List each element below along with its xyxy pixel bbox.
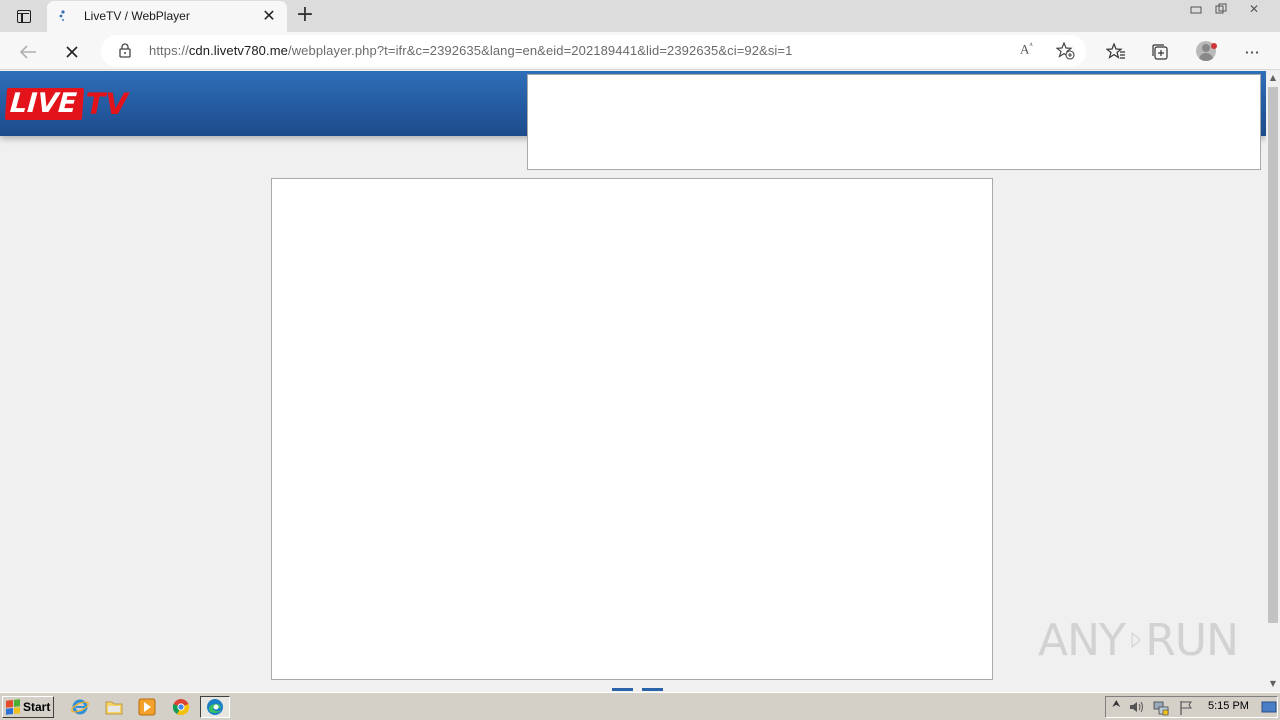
volume-icon[interactable]	[1129, 700, 1145, 714]
watermark-right-text: RUN	[1145, 614, 1239, 666]
video-player-frame[interactable]	[271, 178, 993, 680]
loading-spinner-icon	[59, 10, 65, 22]
player-control-right[interactable]	[642, 688, 663, 691]
minimize-icon	[1190, 6, 1202, 14]
restore-button[interactable]	[1208, 0, 1234, 18]
avatar-body	[1199, 53, 1213, 61]
start-button[interactable]: Start	[2, 696, 54, 718]
player-control-left[interactable]	[612, 688, 633, 691]
url-path: /webplayer.php?t=ifr&c=2392635&lang=en&e…	[287, 43, 793, 58]
show-desktop-icon[interactable]	[1261, 699, 1277, 715]
network-icon[interactable]	[1153, 700, 1169, 716]
url-scheme: https://	[149, 43, 189, 58]
collections-button[interactable]	[1149, 41, 1171, 63]
browser-titlebar: LiveTV / WebPlayer ✕ + ✕	[0, 0, 1280, 32]
collections-icon	[1152, 44, 1168, 60]
close-window-button[interactable]: ✕	[1241, 0, 1267, 18]
tab-actions-button[interactable]	[8, 5, 40, 27]
back-button[interactable]	[14, 38, 42, 66]
browser-navbar: https://cdn.livetv780.me/webplayer.php?t…	[0, 32, 1280, 70]
logo-live-text: LIVE	[4, 88, 84, 120]
explorer-taskbar-icon[interactable]	[104, 697, 124, 717]
restore-icon	[1215, 3, 1227, 14]
back-arrow-icon	[19, 45, 36, 59]
stop-icon	[66, 46, 78, 58]
scroll-up-arrow-icon[interactable]: ▲	[1266, 71, 1280, 85]
stop-loading-button[interactable]	[58, 38, 86, 66]
system-clock[interactable]: 5:15 PM	[1208, 700, 1249, 712]
new-tab-button[interactable]: +	[294, 4, 316, 27]
watermark-play-icon	[1131, 631, 1142, 649]
action-center-flag-icon[interactable]	[1179, 700, 1193, 716]
vertical-scrollbar[interactable]: ▲ ▼	[1266, 71, 1280, 691]
folder-icon	[105, 701, 123, 715]
avatar-head	[1202, 44, 1210, 52]
page-viewport: LIVE TV	[0, 71, 1266, 691]
start-label: Start	[23, 700, 51, 714]
windows-logo-icon	[6, 699, 20, 715]
profile-status-dot	[1211, 43, 1217, 49]
url-text[interactable]: https://cdn.livetv780.me/webplayer.php?t…	[149, 43, 792, 58]
media-player-icon	[138, 698, 156, 716]
minimize-button[interactable]	[1183, 0, 1209, 18]
read-aloud-icon[interactable]: Aᴬ	[1020, 41, 1033, 57]
show-hidden-icons-icon[interactable]: ⮝	[1112, 699, 1121, 710]
more-menu-button[interactable]: ···	[1241, 41, 1263, 63]
tab-close-icon[interactable]: ✕	[261, 8, 277, 24]
favorites-button[interactable]	[1105, 41, 1127, 63]
windows-taskbar: Start ⮝ 5:15 PM	[0, 692, 1280, 720]
edge-icon	[207, 699, 223, 715]
scroll-down-arrow-icon[interactable]: ▼	[1266, 677, 1280, 691]
tab-title: LiveTV / WebPlayer	[84, 9, 190, 23]
internet-explorer-icon	[71, 699, 89, 715]
add-favorite-icon[interactable]	[1056, 42, 1076, 60]
logo-tv-text: TV	[85, 87, 128, 121]
tab-livetv[interactable]: LiveTV / WebPlayer ✕	[47, 1, 287, 32]
media-player-taskbar-icon[interactable]	[137, 697, 157, 717]
livetv-logo[interactable]: LIVE TV	[4, 87, 128, 121]
chrome-taskbar-icon[interactable]	[171, 697, 191, 717]
system-tray: ⮝	[1105, 696, 1278, 718]
address-bar[interactable]: https://cdn.livetv780.me/webplayer.php?t…	[101, 35, 1086, 67]
ie-taskbar-icon[interactable]	[70, 697, 90, 717]
url-host: cdn.livetv780.me	[188, 43, 288, 58]
favorites-icon	[1106, 43, 1125, 59]
lock-icon[interactable]	[119, 43, 131, 58]
chrome-icon	[172, 699, 190, 716]
scrollbar-thumb[interactable]	[1268, 87, 1278, 623]
tab-actions-icon	[17, 9, 31, 23]
edge-taskbar-icon[interactable]	[200, 696, 230, 718]
ad-banner-frame[interactable]	[527, 74, 1261, 170]
anyrun-watermark: ANY RUN	[1038, 608, 1239, 672]
watermark-left-text: ANY	[1038, 614, 1126, 666]
